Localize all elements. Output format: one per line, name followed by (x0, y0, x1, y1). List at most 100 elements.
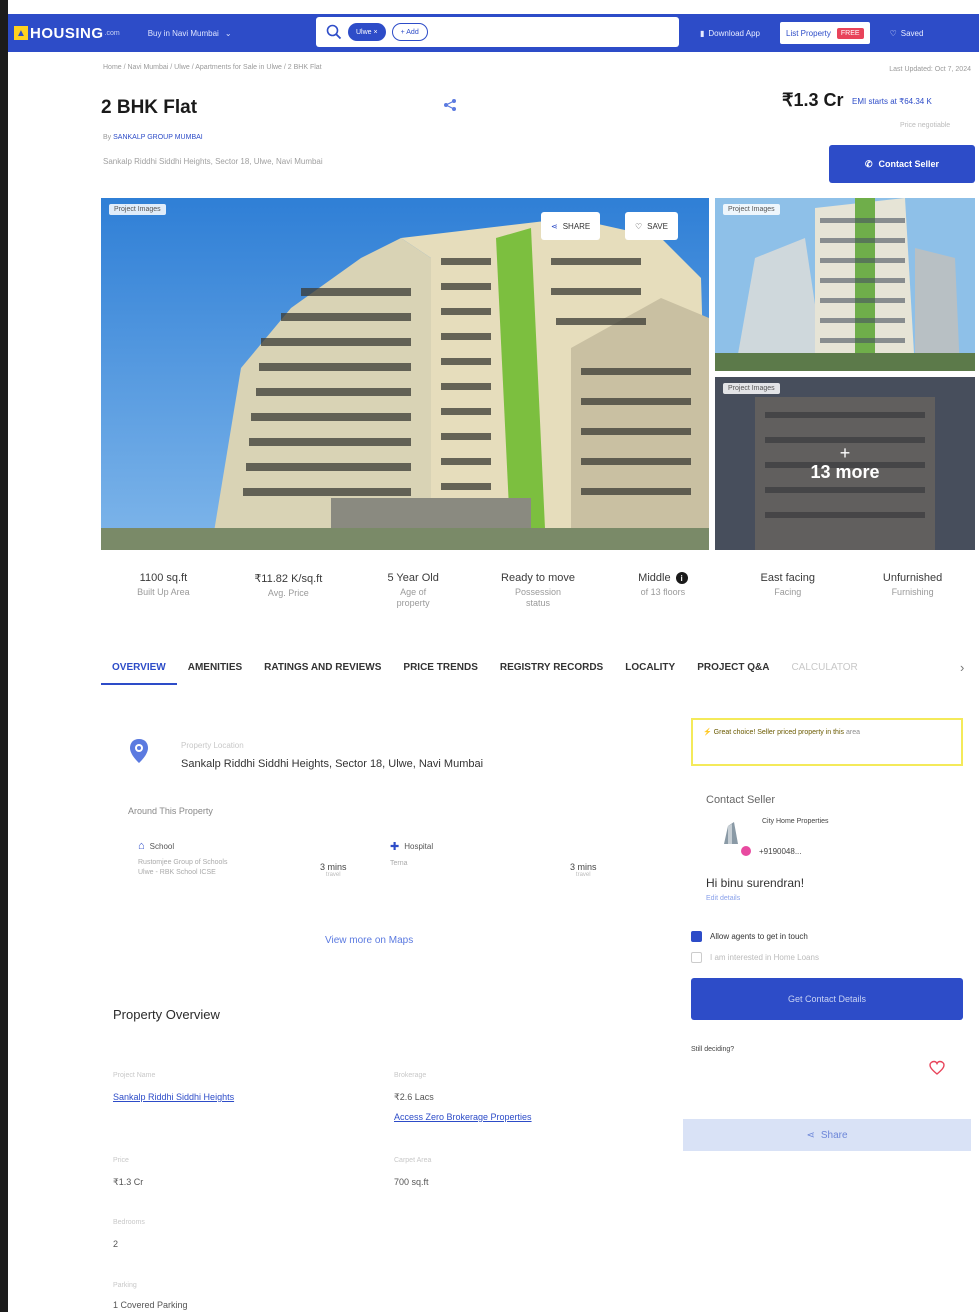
phone-icon: ▮ (700, 28, 705, 38)
poi-head: ⌂ School (138, 840, 228, 852)
info-icon[interactable]: i (675, 572, 688, 584)
poi-type: School (149, 841, 175, 851)
poi-name: Rustomjee Group of Schools (138, 859, 228, 866)
stat-facing: East facing Facing (725, 572, 850, 609)
tab-amenities[interactable]: AMENITIES (177, 658, 253, 685)
main-property-image[interactable]: Project Images ⋖ SHARE ♡ SAVE (101, 198, 709, 550)
allow-agents-checkbox-row[interactable]: Allow agents to get in touch (691, 931, 808, 942)
stat-furnishing: Unfurnished Furnishing (850, 572, 975, 609)
view-more-on-maps-link[interactable]: View more on Maps (325, 935, 413, 946)
frame-left-border (0, 0, 8, 1312)
heart-icon[interactable] (929, 1060, 945, 1076)
seller-phone-number: +9190048... (759, 846, 802, 856)
floor-value: Middle (638, 572, 671, 584)
user-greeting: Hi binu surendran! (706, 876, 805, 890)
saved-link[interactable]: ♡ Saved (890, 29, 924, 38)
poi-mode: travel (325, 872, 341, 878)
phone-icon: ✆ (864, 158, 873, 169)
logo-text: HOUSING (30, 24, 104, 42)
tab-ratings-reviews[interactable]: RATINGS AND REVIEWS (253, 658, 392, 685)
overview-label: Parking (113, 1282, 137, 1289)
price-note: Price negotiable (900, 122, 951, 129)
get-contact-details-button[interactable]: Get Contact Details (691, 978, 963, 1020)
city-selector[interactable]: Buy in Navi Mumbai ⌄ (148, 29, 232, 38)
listing-title: 2 BHK Flat (101, 97, 198, 118)
overview-label: Price (113, 1157, 129, 1164)
search-bar[interactable]: Ulwe × + Add (316, 17, 679, 47)
poi-time-value: 3 mins (570, 862, 597, 872)
stat-built-up-area: 1100 sq.ft Built Up Area (101, 572, 226, 609)
saved-label: Saved (900, 28, 924, 38)
poi-school[interactable]: ⌂ School Rustomjee Group of Schools Ulwe… (138, 840, 228, 878)
header-actions: ▮ Download App List Property FREE ♡ Save… (700, 14, 923, 52)
project-name-link[interactable]: Sankalp Riddhi Siddhi Heights (113, 1092, 234, 1102)
tab-calculator[interactable]: CALCULATOR (780, 658, 868, 685)
listing-price: ₹1.3 Cr (782, 90, 844, 110)
overview-label: Bedrooms (113, 1219, 145, 1226)
tab-locality[interactable]: LOCALITY (614, 658, 686, 685)
list-property-button[interactable]: List Property FREE (780, 22, 870, 44)
search-chip-label: Ulwe (356, 28, 372, 36)
poi-hospital[interactable]: ✚ Hospital Terna (390, 840, 433, 869)
seller-name: City Home Properties (762, 818, 829, 825)
stat-label: Age of property (396, 587, 430, 608)
seller-avatar (724, 822, 738, 844)
edit-details-link[interactable]: Edit details (706, 895, 740, 902)
tab-price-trends[interactable]: PRICE TRENDS (392, 658, 488, 685)
plus-icon: + (839, 443, 851, 463)
city-label: Buy in Navi Mumbai (147, 28, 219, 38)
add-locality-chip[interactable]: + Add (391, 23, 428, 41)
search-icon (326, 24, 342, 40)
school-icon: ⌂ (138, 840, 145, 852)
close-icon[interactable]: × (374, 29, 378, 36)
tab-registry-records[interactable]: REGISTRY RECORDS (489, 658, 614, 685)
download-app-link[interactable]: ▮ Download App (700, 29, 760, 38)
around-property-title: Around This Property (128, 806, 213, 816)
download-app-label: Download App (708, 28, 760, 38)
building-photo-2 (715, 198, 975, 371)
key-stats: 1100 sq.ft Built Up Area ₹11.82 K/sq.ft … (101, 572, 975, 609)
share-icon[interactable] (443, 98, 457, 112)
overview-value: 700 sq.ft (394, 1177, 429, 1187)
poi-mode: travel (575, 872, 591, 878)
poi-time-value: 3 mins (320, 862, 347, 872)
gallery-share-button[interactable]: ⋖ SHARE (541, 212, 601, 240)
stat-value: Middle i (600, 572, 725, 584)
contact-seller-button[interactable]: ✆ Contact Seller (829, 145, 975, 183)
more-images-tile[interactable]: + 13 more Project Images (715, 377, 975, 550)
breadcrumb[interactable]: Home / Navi Mumbai / Ulwe / Apartments f… (103, 64, 322, 71)
tab-overview[interactable]: OVERVIEW (101, 658, 177, 685)
search-chip[interactable]: Ulwe × (348, 23, 386, 41)
emi-link[interactable]: EMI starts at ₹64.34 K (852, 97, 932, 106)
last-updated: Last Updated: Oct 7, 2024 (889, 66, 971, 73)
side-property-image[interactable]: Project Images (715, 198, 975, 371)
logo-icon: ▲ (14, 26, 28, 40)
tab-project-qa[interactable]: PROJECT Q&A (686, 658, 780, 685)
home-loans-checkbox-row[interactable]: I am interested in Home Loans (691, 952, 819, 963)
more-images-overlay: + 13 more (715, 377, 975, 550)
housing-logo[interactable]: ▲ HOUSING .com (14, 25, 120, 42)
promo-banner: ⚡ Great choice! Seller priced property i… (691, 718, 963, 766)
location-value: Sankalp Riddhi Siddhi Heights, Sector 18… (181, 758, 484, 770)
chevron-right-icon[interactable]: › (960, 660, 964, 675)
poi-time: 3 mins travel (570, 862, 597, 878)
share-icon: ⋖ (551, 221, 558, 231)
poi-time: 3 mins travel (320, 862, 347, 878)
home-loans-checkbox[interactable] (691, 952, 702, 963)
overview-value: Sankalp Riddhi Siddhi Heights (113, 1092, 234, 1102)
promo-text: Great choice! Seller priced property in … (713, 729, 845, 736)
project-images-tag-2: Project Images (723, 204, 780, 215)
badge-icon (741, 846, 751, 856)
builder-link[interactable]: SANKALP GROUP MUMBAI (113, 134, 203, 141)
building-photo (101, 198, 709, 550)
overview-value: 2 (113, 1239, 119, 1249)
zero-brokerage-link[interactable]: Access Zero Brokerage Properties (394, 1112, 532, 1122)
section-tabs: OVERVIEW AMENITIES RATINGS AND REVIEWS P… (101, 658, 869, 685)
share-button[interactable]: ⋖ Share (683, 1119, 971, 1151)
builder-prefix: By (103, 134, 112, 141)
location-label: Property Location (181, 741, 244, 750)
gallery-save-button[interactable]: ♡ SAVE (625, 212, 678, 240)
list-property-label: List Property (786, 28, 831, 38)
stat-possession: Ready to move Possession status (476, 572, 601, 609)
allow-agents-checkbox[interactable] (691, 931, 702, 942)
